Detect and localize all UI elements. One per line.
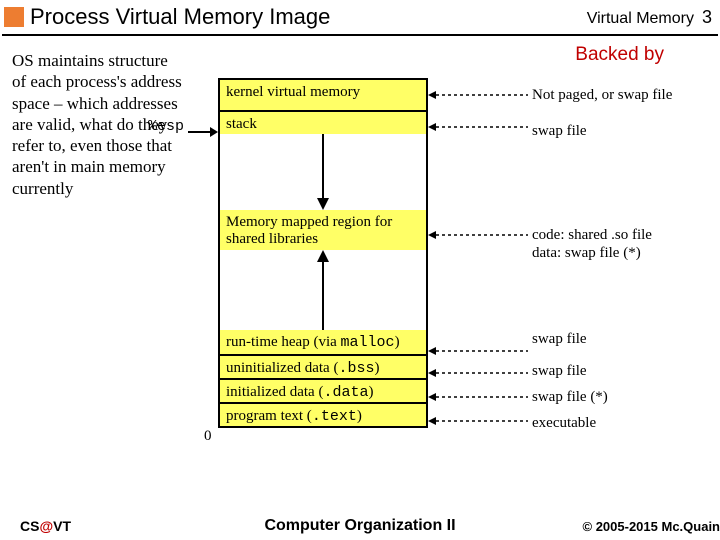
segment-text-label-prefix: program text ( xyxy=(226,408,312,424)
segment-text-code: .text xyxy=(312,408,357,425)
header-accent-square xyxy=(4,7,24,27)
anno-mmap-line1: code: shared .so file xyxy=(532,226,652,244)
connector-stack xyxy=(428,121,528,133)
segment-bss: uninitialized data (.bss) xyxy=(218,354,428,380)
connector-kernel xyxy=(428,89,528,101)
arrow-down-icon xyxy=(313,134,333,210)
slide-footer: CS@VT Computer Organization II © 2005-20… xyxy=(0,512,720,540)
memory-layout-column: kernel virtual memory stack Memory mappe… xyxy=(218,78,428,428)
segment-data-code: .data xyxy=(323,384,368,401)
slide-title: Process Virtual Memory Image xyxy=(30,4,330,30)
esp-register-label: %esp xyxy=(148,118,184,135)
segment-kernel: kernel virtual memory xyxy=(218,78,428,112)
gap-mmap-to-heap xyxy=(218,250,428,330)
segment-data-label-prefix: initialized data ( xyxy=(226,384,323,400)
connector-heap xyxy=(428,345,528,357)
segment-bss-label-prefix: uninitialized data ( xyxy=(226,360,338,376)
backed-by-heading: Backed by xyxy=(575,44,664,66)
anno-text: executable xyxy=(532,414,596,432)
segment-bss-label-suffix: ) xyxy=(374,360,379,376)
segment-stack: stack xyxy=(218,110,428,136)
segment-text: program text (.text) xyxy=(218,402,428,428)
footer-at-symbol: @ xyxy=(39,518,53,534)
segment-data: initialized data (.data) xyxy=(218,378,428,404)
footer-cs-suffix: VT xyxy=(53,518,71,534)
footer-affiliation: CS@VT xyxy=(20,518,71,534)
header-section-label: Virtual Memory xyxy=(587,10,694,28)
segment-mmap-label-2: shared libraries xyxy=(226,231,420,248)
anno-mmap: code: shared .so file data: swap file (*… xyxy=(532,226,652,262)
arrow-up-icon xyxy=(313,250,333,330)
segment-stack-label: stack xyxy=(226,116,257,132)
anno-data: swap file (*) xyxy=(532,388,608,406)
page-number: 3 xyxy=(702,7,712,28)
anno-kernel: Not paged, or swap file xyxy=(532,86,672,104)
footer-cs-prefix: CS xyxy=(20,518,39,534)
zero-address-label: 0 xyxy=(204,428,212,445)
connector-text xyxy=(428,415,528,427)
footer-copyright: © 2005-2015 Mc.Quain xyxy=(583,519,720,534)
connector-mmap xyxy=(428,229,528,241)
segment-text-label-suffix: ) xyxy=(357,408,362,424)
connector-data xyxy=(428,391,528,403)
segment-heap-label-prefix: run-time heap (via xyxy=(226,334,341,350)
segment-heap-code: malloc xyxy=(341,334,395,351)
slide-content: OS maintains structure of each process's… xyxy=(0,36,720,506)
anno-heap: swap file xyxy=(532,330,587,348)
footer-course-title: Computer Organization II xyxy=(264,517,455,535)
segment-heap-label-suffix: ) xyxy=(395,334,400,350)
segment-data-label-suffix: ) xyxy=(368,384,373,400)
gap-stack-to-mmap xyxy=(218,134,428,210)
anno-bss: swap file xyxy=(532,362,587,380)
header-right: Virtual Memory 3 xyxy=(587,7,712,28)
arrow-right-icon xyxy=(188,126,218,138)
segment-mmap-label-1: Memory mapped region for xyxy=(226,214,420,231)
segment-mmap: Memory mapped region for shared librarie… xyxy=(218,208,428,252)
slide-header: Process Virtual Memory Image Virtual Mem… xyxy=(0,0,720,32)
connector-bss xyxy=(428,367,528,379)
segment-heap: run-time heap (via malloc) xyxy=(218,328,428,356)
anno-mmap-line2: data: swap file (*) xyxy=(532,244,652,262)
segment-bss-code: .bss xyxy=(338,360,374,377)
segment-kernel-label: kernel virtual memory xyxy=(226,84,360,100)
anno-stack: swap file xyxy=(532,122,587,140)
